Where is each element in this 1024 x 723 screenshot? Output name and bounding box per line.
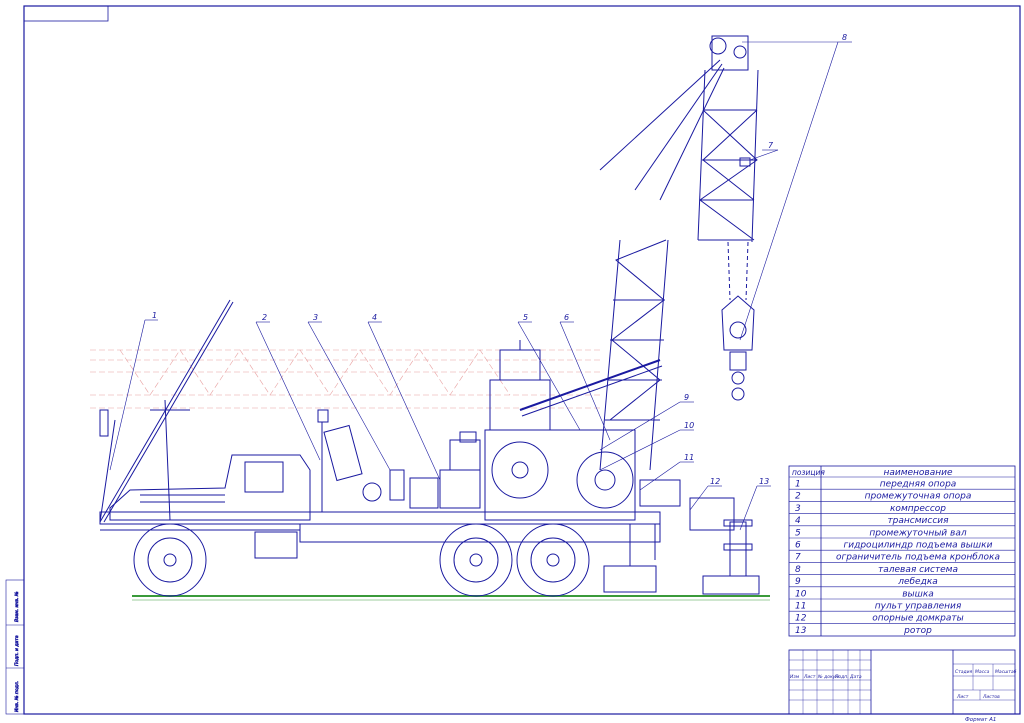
table-cell-pos: 3	[795, 504, 801, 514]
table-cell-name: ротор	[903, 626, 932, 636]
callout-4: 4	[372, 313, 377, 322]
table-cell-name: пульт управления	[875, 602, 962, 612]
table-cell-pos: 5	[795, 528, 801, 538]
tb-mass: Масса	[975, 669, 990, 675]
callout-8: 8	[842, 33, 847, 42]
callout-1: 1	[152, 311, 157, 320]
side-stamp-replace: Взам. инв. №	[14, 591, 20, 622]
table-cell-name: промежуточная опора	[865, 492, 972, 502]
table-cell-name: лебедка	[897, 577, 938, 587]
table-cell-pos: 2	[795, 492, 801, 502]
wheel-rear	[516, 523, 590, 597]
callout-labels: 1 2 3 4 5 6 7 8 9 10 11 12 13	[152, 33, 847, 486]
tb-stage: Стадия	[955, 669, 973, 675]
table-cell-name: промежуточный вал	[869, 528, 966, 538]
tb-sheets: Листов	[982, 694, 1000, 700]
mast-lower	[599, 239, 669, 471]
table-cell-pos: 11	[795, 602, 806, 612]
table-cell-pos: 7	[795, 553, 801, 563]
table-cell-pos: 12	[795, 614, 807, 624]
side-stamp-sign: Подп. и дата	[14, 635, 20, 666]
drum-circle	[491, 441, 549, 499]
table-header-pos: позиция	[792, 468, 825, 477]
table-cell-name: гидроцилиндр подъема вышки	[844, 541, 993, 551]
callout-7: 7	[768, 141, 774, 150]
side-stamp: Инв. № подл. Подп. и дата Взам. инв. №	[5, 579, 25, 715]
drawing-sheet: Инв. № подл. Подп. и дата Взам. инв. № 1…	[5, 5, 1021, 723]
callout-12: 12	[710, 477, 720, 486]
table-cell-name: талевая система	[878, 565, 958, 575]
title-block-labels: Изм Лист № докум. Подп. Дата Стадия Масс…	[790, 669, 1017, 700]
table-cell-name: передняя опора	[880, 480, 957, 490]
tb-list: Лист	[803, 674, 816, 680]
table-cell-name: ограничитель подъема кронблока	[836, 553, 1000, 563]
table-cell-pos: 8	[795, 565, 801, 575]
table-cell-name: трансмиссия	[887, 516, 949, 526]
table-cell-pos: 13	[795, 626, 807, 636]
format-note: Формат А1	[965, 717, 996, 723]
tb-podp: Подп.	[835, 674, 849, 680]
tb-data: Дата	[849, 674, 862, 680]
table-cell-name: опорные домкраты	[872, 614, 964, 624]
table-cell-pos: 1	[795, 480, 801, 490]
title-block	[788, 649, 1016, 715]
callout-13: 13	[759, 477, 769, 486]
wheel-mid	[439, 523, 513, 597]
tb-sheet: Лист	[956, 694, 969, 700]
parts-table-rows: 1 передняя опора 2 промежуточная опора 3 комп…	[789, 476, 1015, 636]
ghost-guidelines	[90, 349, 600, 409]
callout-3: 3	[313, 313, 318, 322]
wheel-front	[133, 523, 207, 597]
tb-scale: Масштаб	[995, 669, 1017, 675]
mast-upper	[599, 35, 759, 401]
table-cell-pos: 9	[795, 577, 801, 587]
table-cell-name: вышка	[902, 589, 934, 599]
callout-5: 5	[523, 313, 528, 322]
table-cell-pos: 4	[795, 516, 801, 526]
cab-window	[244, 461, 284, 493]
ground-line	[132, 595, 770, 601]
table-cell-name: компрессор	[890, 504, 946, 514]
side-stamp-inv: Инв. № подл.	[14, 681, 20, 712]
callout-leaders	[109, 41, 852, 531]
callout-11: 11	[684, 453, 694, 462]
callout-6: 6	[564, 313, 569, 322]
table-header-name: наименование	[883, 468, 953, 478]
table-cell-pos: 10	[795, 589, 807, 599]
tb-izm: Изм	[790, 674, 800, 680]
table-cell-pos: 6	[795, 541, 801, 551]
callout-9: 9	[684, 393, 689, 402]
callout-2: 2	[262, 313, 267, 322]
callout-10: 10	[684, 421, 694, 430]
